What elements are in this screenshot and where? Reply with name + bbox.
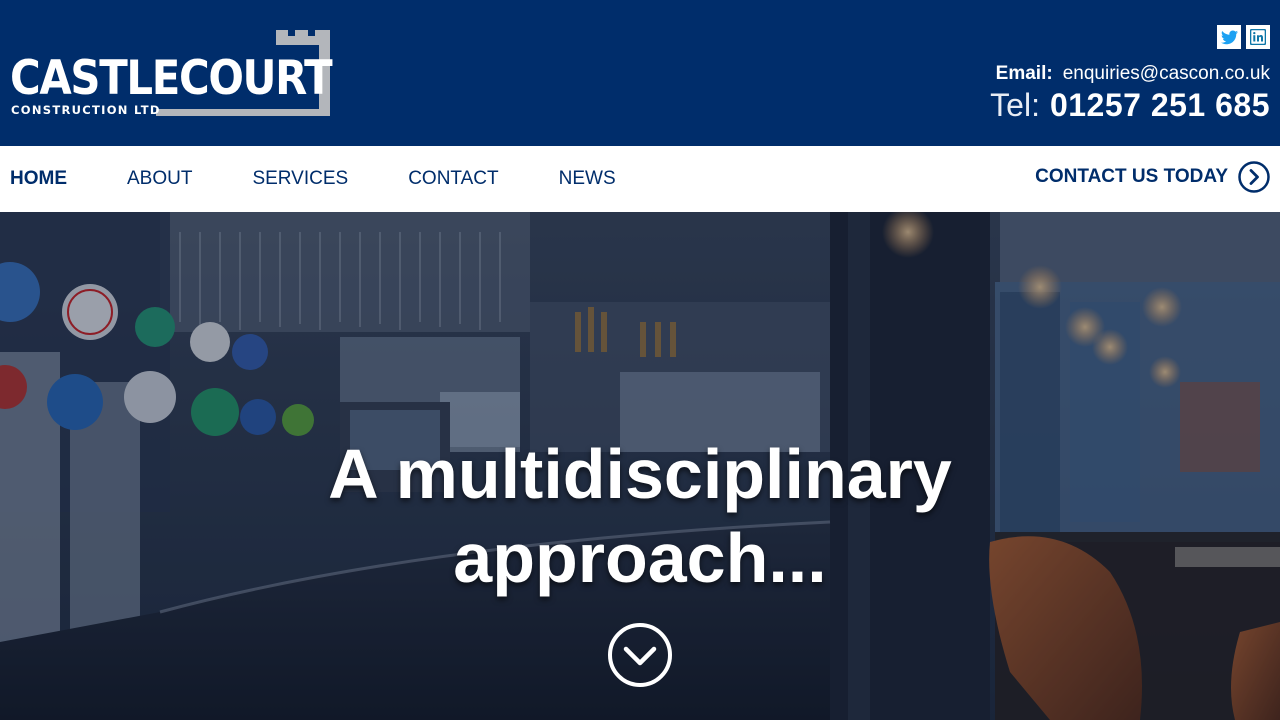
cta-label: CONTACT US TODAY [1035,166,1228,187]
header-phone: Tel: 01257 251 685 [990,86,1270,131]
twitter-link[interactable] [1217,25,1241,49]
linkedin-link[interactable] [1246,25,1270,49]
twitter-icon [1220,29,1238,44]
social-links [1217,25,1270,49]
site-header: CASTLECOURT CONSTRUCTION LTD Email: enqui… [0,0,1280,146]
phone-link[interactable]: 01257 251 685 [1050,87,1270,123]
site-logo[interactable]: CASTLECOURT CONSTRUCTION LTD [10,30,333,118]
chevron-right-circle-icon [1238,161,1270,193]
nav-menu: HOME ABOUT SERVICES CONTACT NEWS [10,146,676,212]
logo-subtitle: CONSTRUCTION LTD [11,103,161,117]
hero-title: A multidisciplinary approach... [328,435,952,597]
hero-banner: A multidisciplinary approach... [0,212,1280,720]
linkedin-icon [1250,29,1266,45]
nav-item-services[interactable]: SERVICES [252,168,348,190]
phone-label: Tel: [990,87,1040,123]
header-email: Email: enquiries@cascon.co.uk [996,62,1270,86]
email-link[interactable]: enquiries@cascon.co.uk [1063,63,1270,84]
nav-item-news[interactable]: NEWS [559,168,616,190]
nav-item-about[interactable]: ABOUT [127,168,192,190]
email-label: Email: [995,63,1053,84]
contact-us-today-button[interactable]: CONTACT US TODAY [1035,161,1270,193]
nav-item-home[interactable]: HOME [10,168,67,190]
logo-wordmark: CASTLECOURT [10,51,333,106]
nav-item-contact[interactable]: CONTACT [408,168,498,190]
main-navigation: HOME ABOUT SERVICES CONTACT NEWS CONTACT… [0,146,1280,212]
chevron-down-circle-icon[interactable] [607,622,673,688]
